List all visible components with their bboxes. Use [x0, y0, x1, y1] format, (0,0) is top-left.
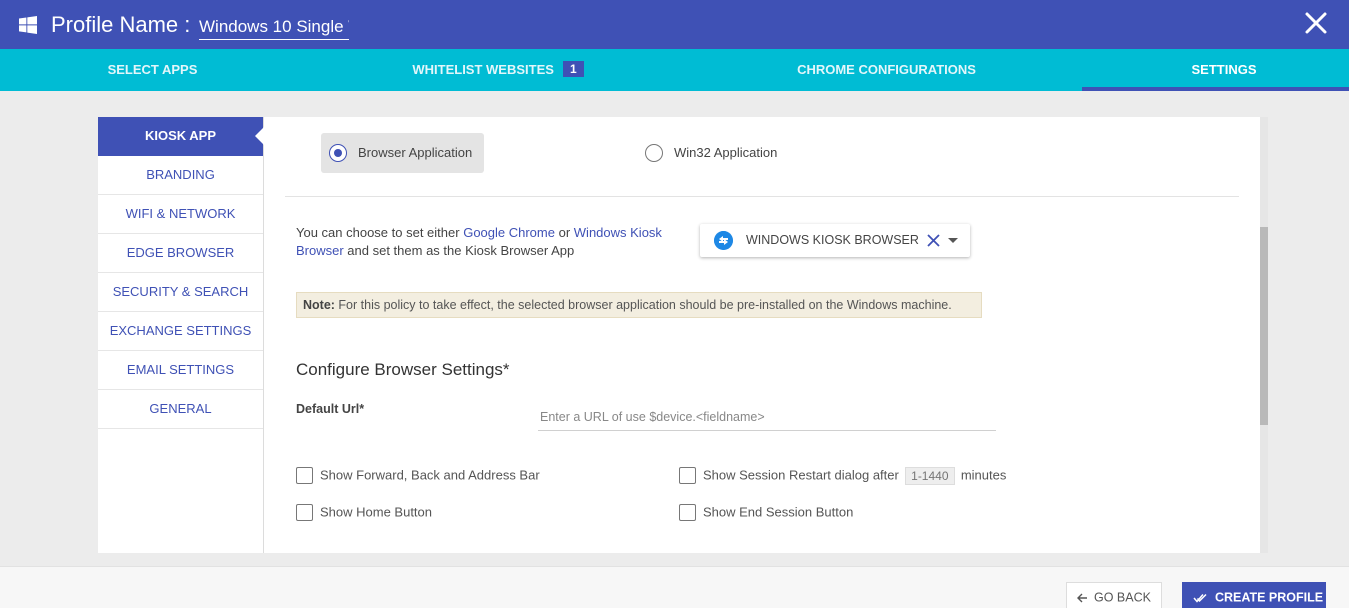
- browser-application-radio[interactable]: Browser Application: [321, 133, 484, 173]
- note-text: For this policy to take effect, the sele…: [334, 298, 952, 312]
- tab-label: SETTINGS: [1191, 62, 1257, 77]
- sidebar-item-label: KIOSK APP: [144, 128, 217, 143]
- sidebar-item-branding[interactable]: BRANDING: [98, 156, 263, 195]
- browser-choice-description: You can choose to set either Google Chro…: [296, 224, 676, 260]
- sidebar-item-label: SECURITY & SEARCH: [112, 284, 249, 299]
- show-session-restart-checkbox[interactable]: Show Session Restart dialog after minutes: [679, 466, 1007, 485]
- close-icon[interactable]: [1304, 11, 1328, 35]
- sidebar-item-general[interactable]: GENERAL: [98, 390, 263, 429]
- sidebar-item-kiosk-app[interactable]: KIOSK APP: [98, 117, 264, 156]
- go-back-button[interactable]: GO BACK: [1066, 582, 1162, 608]
- windows-logo-icon: [19, 16, 37, 34]
- tab-label: WHITELIST WEBSITES: [412, 62, 554, 77]
- settings-panel: KIOSK APP BRANDING WIFI & NETWORK EDGE B…: [98, 117, 1260, 553]
- default-url-label: Default Url*: [296, 402, 365, 416]
- policy-note: Note: For this policy to take effect, th…: [296, 292, 982, 318]
- kiosk-app-content: Browser Application Win32 Application Yo…: [264, 117, 1260, 553]
- selected-browser-value: WINDOWS KIOSK BROWSER: [746, 233, 919, 247]
- checkbox-unchecked-icon: [679, 467, 696, 485]
- chevron-down-icon[interactable]: [948, 238, 958, 243]
- profile-name-input[interactable]: [199, 14, 349, 40]
- radio-label: Win32 Application: [674, 145, 778, 160]
- minutes-unit-label: minutes: [960, 467, 1007, 483]
- description-text: You can choose to set either: [296, 225, 464, 240]
- go-back-label: GO BACK: [1094, 590, 1151, 605]
- win32-application-radio[interactable]: Win32 Application: [645, 133, 815, 173]
- sidebar-item-security-search[interactable]: SECURITY & SEARCH: [98, 273, 263, 312]
- sidebar-item-exchange-settings[interactable]: EXCHANGE SETTINGS: [98, 312, 263, 351]
- sidebar-item-label: BRANDING: [146, 167, 215, 182]
- session-restart-minutes-input[interactable]: [904, 466, 955, 485]
- active-pointer: [255, 127, 264, 145]
- tab-settings[interactable]: SETTINGS: [1082, 49, 1349, 91]
- tab-chrome-configurations[interactable]: CHROME CONFIGURATIONS: [691, 49, 1082, 91]
- arrow-left-icon: [1077, 593, 1087, 603]
- active-tab-indicator: [1082, 87, 1349, 91]
- google-chrome-link[interactable]: Google Chrome: [463, 225, 555, 240]
- app-header: Profile Name :: [0, 0, 1349, 49]
- checkbox-unchecked-icon: [296, 504, 313, 522]
- settings-sidebar: KIOSK APP BRANDING WIFI & NETWORK EDGE B…: [98, 117, 264, 553]
- description-text: or: [554, 225, 574, 240]
- description-text: and set them as the Kiosk Browser App: [343, 243, 575, 258]
- sidebar-item-label: WIFI & NETWORK: [125, 206, 236, 221]
- show-end-session-checkbox[interactable]: Show End Session Button: [679, 503, 854, 522]
- radio-label: Browser Application: [358, 145, 473, 160]
- sidebar-item-label: EXCHANGE SETTINGS: [109, 323, 252, 338]
- kiosk-browser-select[interactable]: WINDOWS KIOSK BROWSER: [700, 224, 970, 257]
- note-label: Note:: [303, 298, 335, 312]
- footer-bar: GO BACK CREATE PROFILE: [0, 566, 1349, 608]
- default-url-input[interactable]: [538, 403, 996, 431]
- tab-select-apps[interactable]: SELECT APPS: [0, 49, 305, 91]
- scrollbar-thumb[interactable]: [1260, 227, 1268, 425]
- clear-icon[interactable]: [927, 234, 940, 247]
- show-home-button-checkbox[interactable]: Show Home Button: [296, 503, 433, 522]
- show-nav-bar-checkbox[interactable]: Show Forward, Back and Address Bar: [296, 466, 540, 485]
- checkbox-label: Show Session Restart dialog after: [703, 467, 899, 483]
- sidebar-item-wifi-network[interactable]: WIFI & NETWORK: [98, 195, 263, 234]
- checkbox-label: Show Home Button: [320, 504, 433, 520]
- sidebar-item-label: EDGE BROWSER: [126, 245, 235, 260]
- sidebar-item-email-settings[interactable]: EMAIL SETTINGS: [98, 351, 263, 390]
- tab-label: CHROME CONFIGURATIONS: [797, 62, 976, 77]
- section-title: Configure Browser Settings*: [296, 360, 510, 379]
- tab-label: SELECT APPS: [107, 62, 198, 77]
- double-check-icon: [1193, 593, 1207, 603]
- sidebar-item-label: EMAIL SETTINGS: [126, 362, 235, 377]
- tab-bar: SELECT APPS WHITELIST WEBSITES 1 CHROME C…: [0, 49, 1349, 91]
- checkbox-unchecked-icon: [296, 467, 313, 485]
- create-profile-button[interactable]: CREATE PROFILE: [1182, 582, 1326, 608]
- create-profile-label: CREATE PROFILE: [1215, 590, 1324, 605]
- content-scrollbar[interactable]: [1260, 117, 1268, 553]
- checkbox-label: Show Forward, Back and Address Bar: [320, 467, 540, 483]
- section-divider: [285, 196, 1239, 197]
- sidebar-item-edge-browser[interactable]: EDGE BROWSER: [98, 234, 263, 273]
- checkbox-label: Show End Session Button: [703, 504, 854, 520]
- tab-whitelist-websites[interactable]: WHITELIST WEBSITES 1: [305, 49, 691, 91]
- radio-checked-icon: [329, 144, 347, 162]
- checkbox-unchecked-icon: [679, 504, 696, 522]
- profile-name-label: Profile Name :: [51, 12, 191, 37]
- count-badge: 1: [562, 61, 584, 77]
- radio-unchecked-icon: [645, 144, 663, 162]
- kiosk-browser-icon: [714, 231, 733, 250]
- sidebar-item-label: GENERAL: [149, 401, 212, 416]
